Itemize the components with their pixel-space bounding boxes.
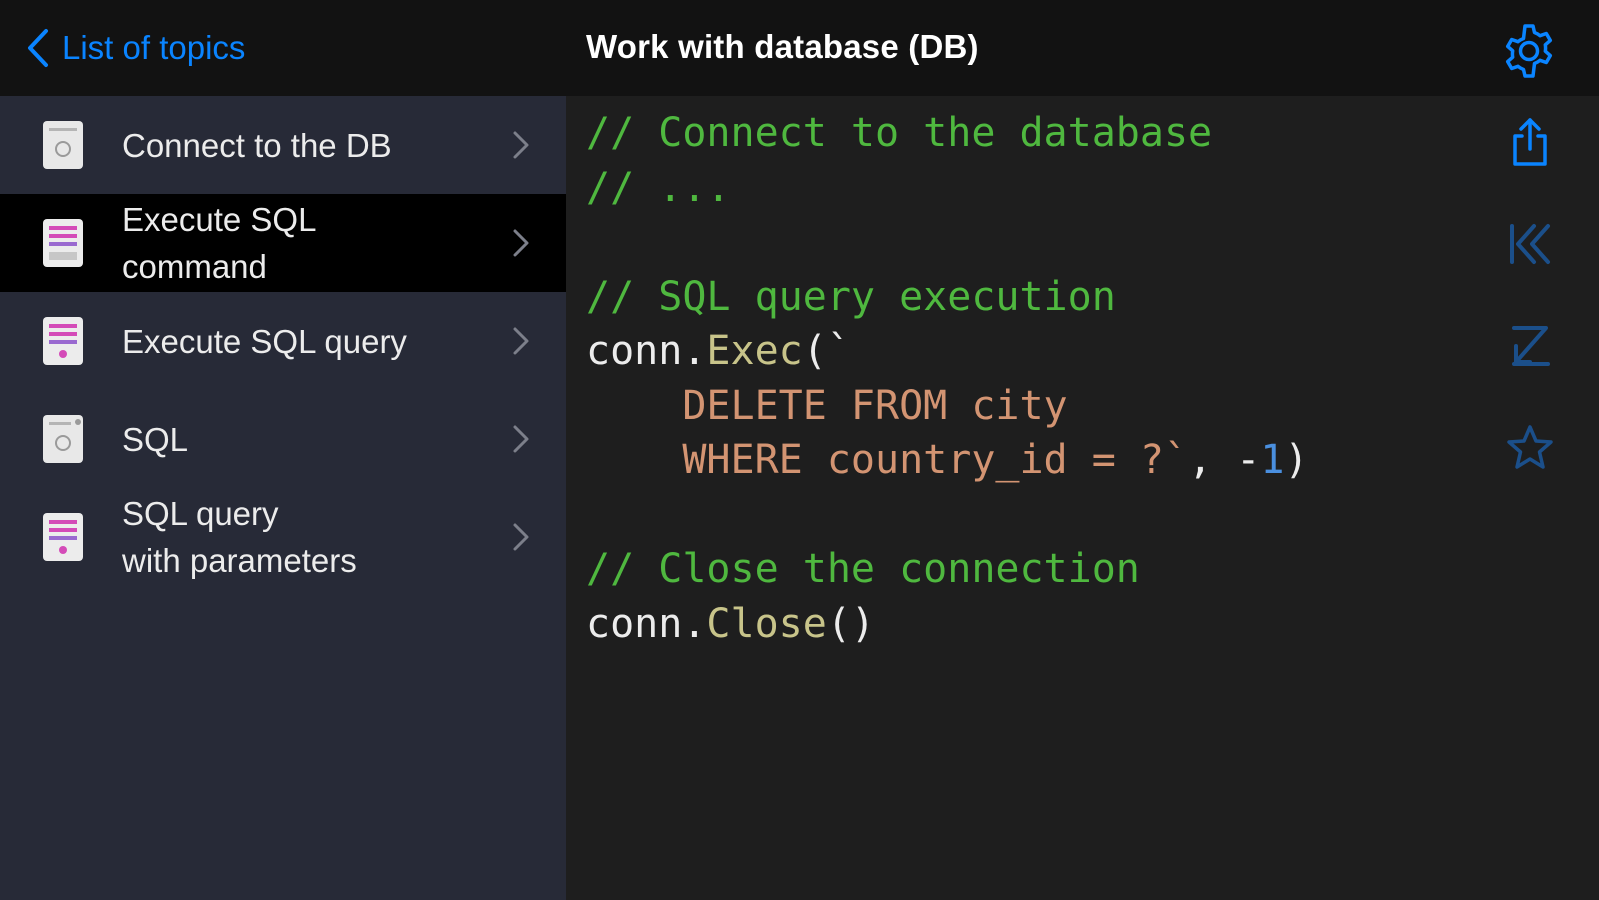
topic-label: SQL: [122, 420, 189, 458]
jump-to-first-icon: [1510, 224, 1550, 264]
topic-item-connect-db[interactable]: Connect to the DB: [0, 96, 566, 194]
favorite-button[interactable]: [1504, 422, 1556, 474]
code-line: DELETE FROM city: [586, 379, 1309, 434]
code-line: conn.Exec(`: [586, 324, 1309, 379]
gear-icon: [1505, 24, 1553, 78]
code-comment: // SQL query execution: [586, 273, 1116, 320]
code-line: WHERE country_id = ?`, -1): [586, 433, 1309, 488]
topic-item-sql[interactable]: SQL: [0, 390, 566, 488]
jump-to-first-button[interactable]: [1504, 218, 1556, 270]
topic-item-execute-sql-query[interactable]: Execute SQL query: [0, 292, 566, 390]
chevron-right-icon: [513, 523, 529, 551]
code-line: // Connect to the database: [586, 106, 1309, 161]
navigation-bar: List of topics Work with database (DB): [0, 0, 1599, 96]
code-comment: // Connect to the database: [586, 110, 1213, 156]
chevron-right-icon: [513, 327, 529, 355]
code-punctuation: (): [826, 600, 876, 647]
code-identifier: conn.: [586, 328, 707, 374]
code-line: // Close the connection: [586, 542, 1309, 597]
topic-item-sql-query-parameters[interactable]: SQL query with parameters: [0, 488, 566, 586]
code-document-icon: [43, 513, 83, 561]
code-string: DELETE FROM city: [586, 382, 1068, 429]
code-line-empty: [586, 488, 1309, 543]
star-icon: [1507, 425, 1553, 469]
topic-label: Execute SQL query: [122, 322, 407, 360]
code-number: 1: [1260, 437, 1285, 483]
topics-sidebar: Connect to the DB Execute SQL command Ex…: [0, 96, 566, 900]
share-icon: [1513, 118, 1547, 166]
code-document-icon: [43, 219, 83, 267]
code-punctuation: (`: [802, 328, 851, 374]
code-punctuation: , -: [1188, 437, 1261, 483]
app-window: List of topics Work with database (DB) C…: [0, 0, 1599, 900]
share-button[interactable]: [1504, 116, 1556, 168]
page-title: Work with database (DB): [586, 28, 979, 65]
topic-label: Execute SQL command: [122, 201, 317, 285]
document-icon: [43, 121, 83, 169]
chevron-right-icon: [513, 229, 529, 257]
document-icon: [43, 415, 83, 463]
back-button-label: List of topics: [62, 29, 246, 66]
jump-to-last-icon: [1512, 326, 1550, 366]
code-block: // Connect to the database // ... // SQL q…: [586, 106, 1309, 651]
code-line: conn.Close(): [586, 597, 1309, 652]
topic-label: Connect to the DB: [122, 126, 392, 164]
topic-item-execute-sql-command[interactable]: Execute SQL command: [0, 194, 566, 292]
code-document-icon: [43, 317, 83, 365]
code-line: // ...: [586, 161, 1309, 216]
code-function: Close: [706, 600, 827, 647]
settings-button[interactable]: [1500, 22, 1558, 80]
chevron-right-icon: [513, 425, 529, 453]
code-punctuation: ): [1284, 437, 1309, 483]
jump-to-last-button[interactable]: [1504, 320, 1556, 372]
code-comment: // Close the connection: [586, 546, 1140, 592]
code-viewer: // Connect to the database // ... // SQL q…: [566, 96, 1599, 900]
code-identifier: conn.: [586, 600, 707, 647]
code-function: Exec: [706, 328, 803, 374]
code-string: WHERE country_id = ?`: [586, 437, 1189, 483]
back-button[interactable]: List of topics: [26, 22, 245, 74]
code-line-empty: [586, 215, 1309, 270]
code-comment: // ...: [586, 164, 731, 211]
code-line: // SQL query execution: [586, 270, 1309, 325]
chevron-right-icon: [513, 131, 529, 159]
chevron-left-icon: [28, 29, 48, 67]
topic-label: SQL query with parameters: [122, 495, 357, 579]
